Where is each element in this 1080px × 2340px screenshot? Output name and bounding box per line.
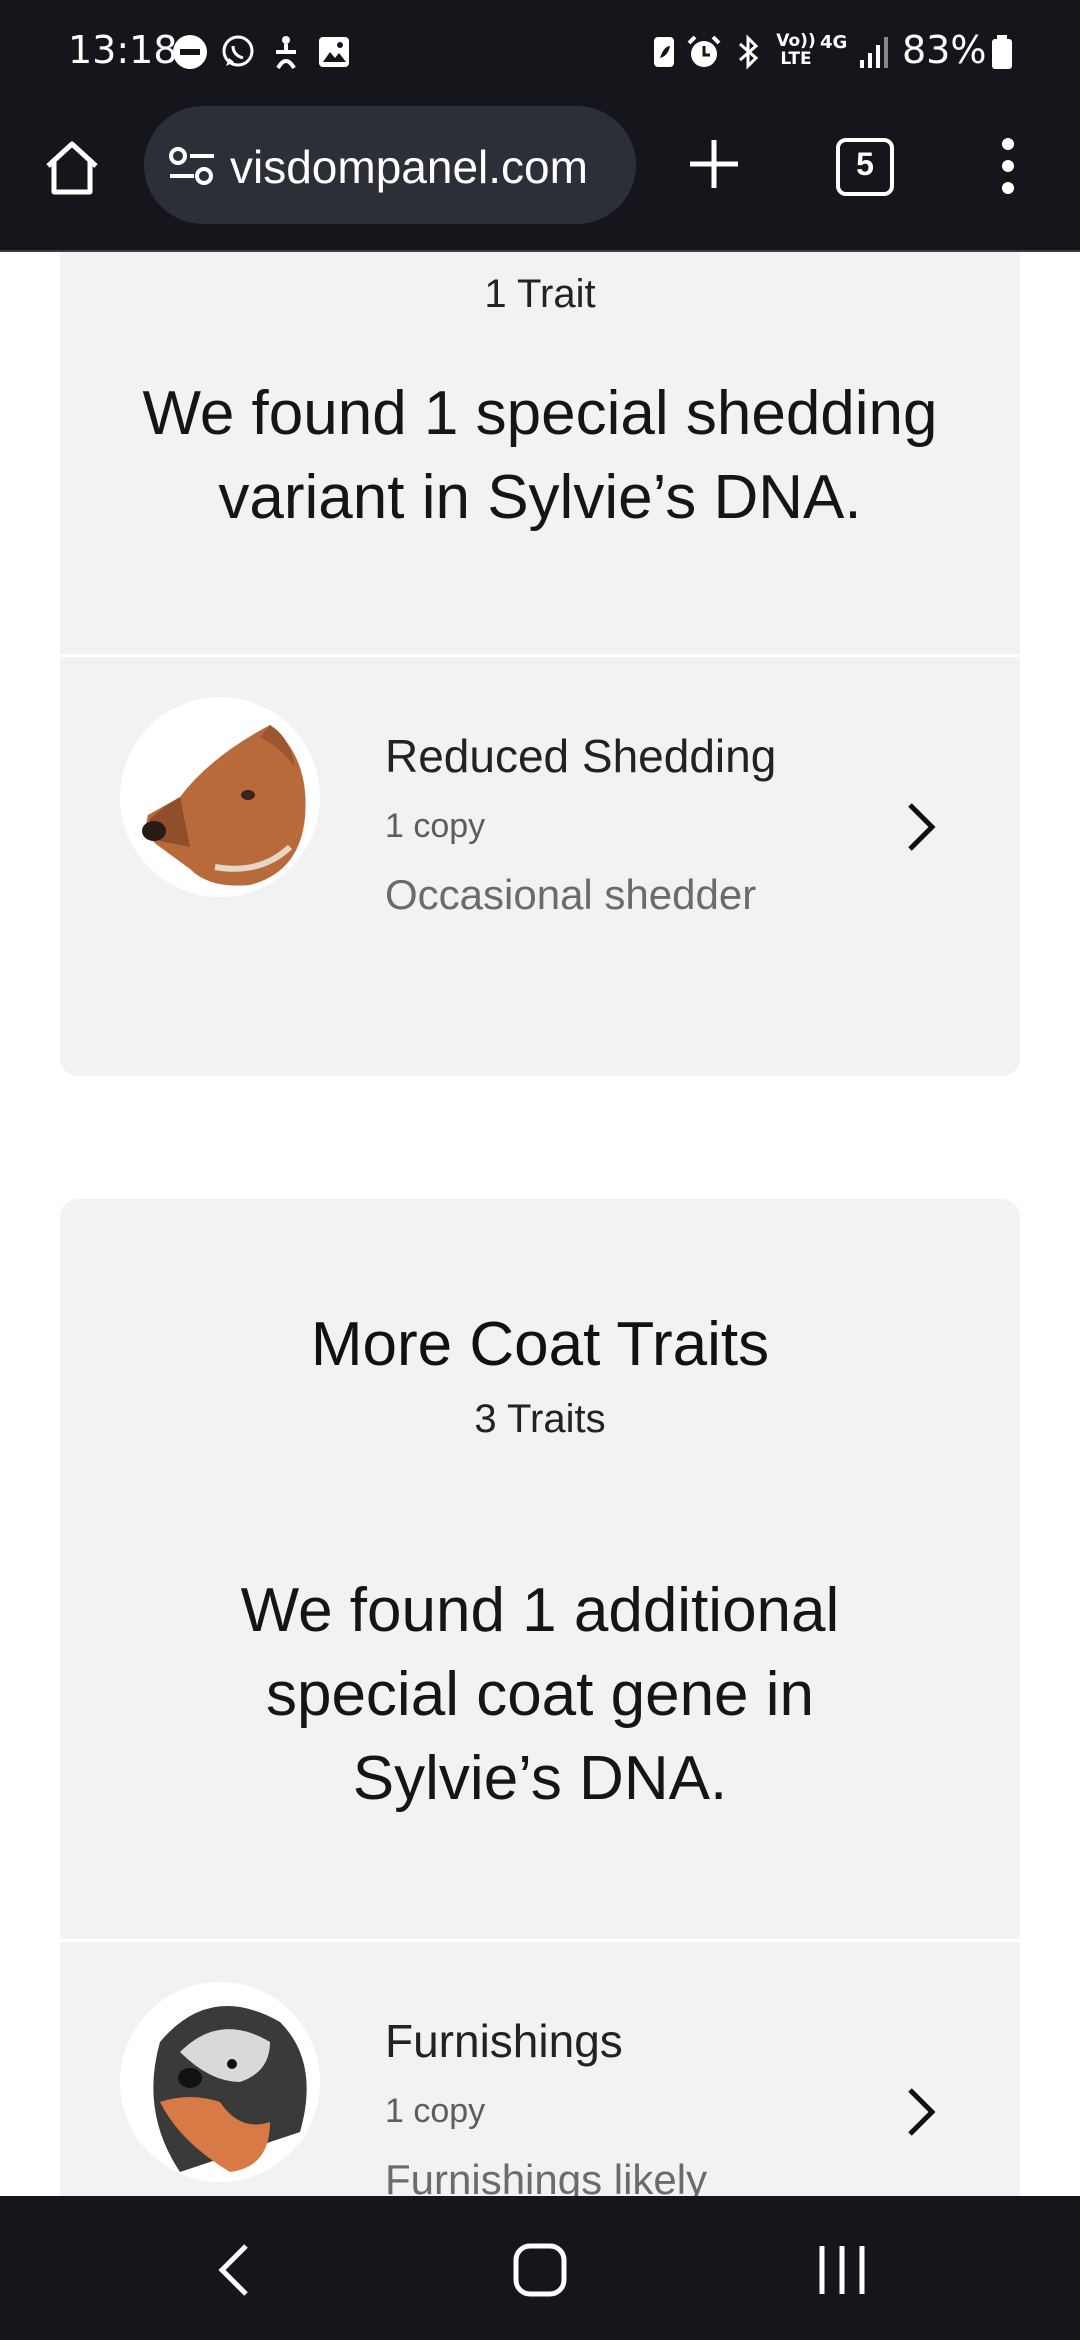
reduced-shedding-dog-image xyxy=(120,697,320,897)
gallery-icon xyxy=(319,37,349,67)
bluetooth-icon xyxy=(739,34,759,70)
chevron-right-icon[interactable] xyxy=(900,797,940,857)
system-nav-bar xyxy=(0,2196,1080,2340)
chevron-right-icon[interactable] xyxy=(900,2082,940,2142)
coat-card-title: More Coat Traits xyxy=(310,1310,770,1379)
back-icon[interactable] xyxy=(206,2240,266,2300)
volte-icon: Vo)) LTE xyxy=(776,31,816,69)
recent-apps-icon[interactable] xyxy=(812,2240,872,2300)
trait-copies: 1 copy xyxy=(385,2092,486,2130)
battery-saver-icon xyxy=(654,37,674,67)
trait-name: Reduced Shedding xyxy=(385,730,777,782)
browser-toolbar: visdompanel.com 5 xyxy=(0,106,1080,252)
battery-icon xyxy=(992,35,1012,69)
tab-switcher-button[interactable]: 5 xyxy=(836,138,894,196)
home-nav-icon[interactable] xyxy=(510,2240,570,2300)
4g-icon: 4G xyxy=(820,32,848,53)
signal-icon xyxy=(860,37,888,68)
home-icon[interactable] xyxy=(40,136,104,200)
site-settings-icon[interactable] xyxy=(168,146,216,186)
trait-copies: 1 copy xyxy=(385,807,486,845)
address-bar[interactable]: visdompanel.com xyxy=(144,106,636,224)
trait-name: Furnishings xyxy=(385,2015,623,2067)
coat-traits-count: 3 Traits xyxy=(474,1397,606,1441)
new-tab-icon[interactable] xyxy=(686,136,742,192)
shedding-summary: We found 1 special shedding variant in S… xyxy=(142,379,938,532)
more-options-icon[interactable] xyxy=(990,134,1026,198)
page-content: 1 Trait We found 1 special shedding vari… xyxy=(0,252,1080,2196)
trait-row-furnishings[interactable]: Furnishings 1 copy Furnishings likely xyxy=(60,1942,1020,2196)
whatsapp-icon xyxy=(222,35,254,67)
trait-row-reduced-shedding[interactable]: Reduced Shedding 1 copy Occasional shedd… xyxy=(60,657,1020,918)
coat-summary: We found 1 additional special coat gene … xyxy=(240,1576,840,1813)
shedding-traits-count: 1 Trait xyxy=(484,272,596,316)
trait-description: Furnishings likely xyxy=(385,2156,708,2196)
accessibility-icon xyxy=(276,36,296,70)
tab-count: 5 xyxy=(856,146,874,182)
furnishings-dog-image xyxy=(120,1982,320,2182)
shedding-card: 1 Trait We found 1 special shedding vari… xyxy=(60,252,1020,1076)
status-bar: 13:18 Vo)) LTE 4G 83% xyxy=(0,0,1080,106)
battery-percent: 83% xyxy=(902,28,987,72)
status-time: 13:18 xyxy=(68,28,178,72)
trait-description: Occasional shedder xyxy=(385,871,757,918)
more-coat-traits-card: More Coat Traits 3 Traits We found 1 add… xyxy=(60,1199,1020,2196)
alarm-icon xyxy=(687,35,721,67)
url-text[interactable]: visdompanel.com xyxy=(230,140,630,194)
do-not-disturb-icon xyxy=(173,35,207,69)
